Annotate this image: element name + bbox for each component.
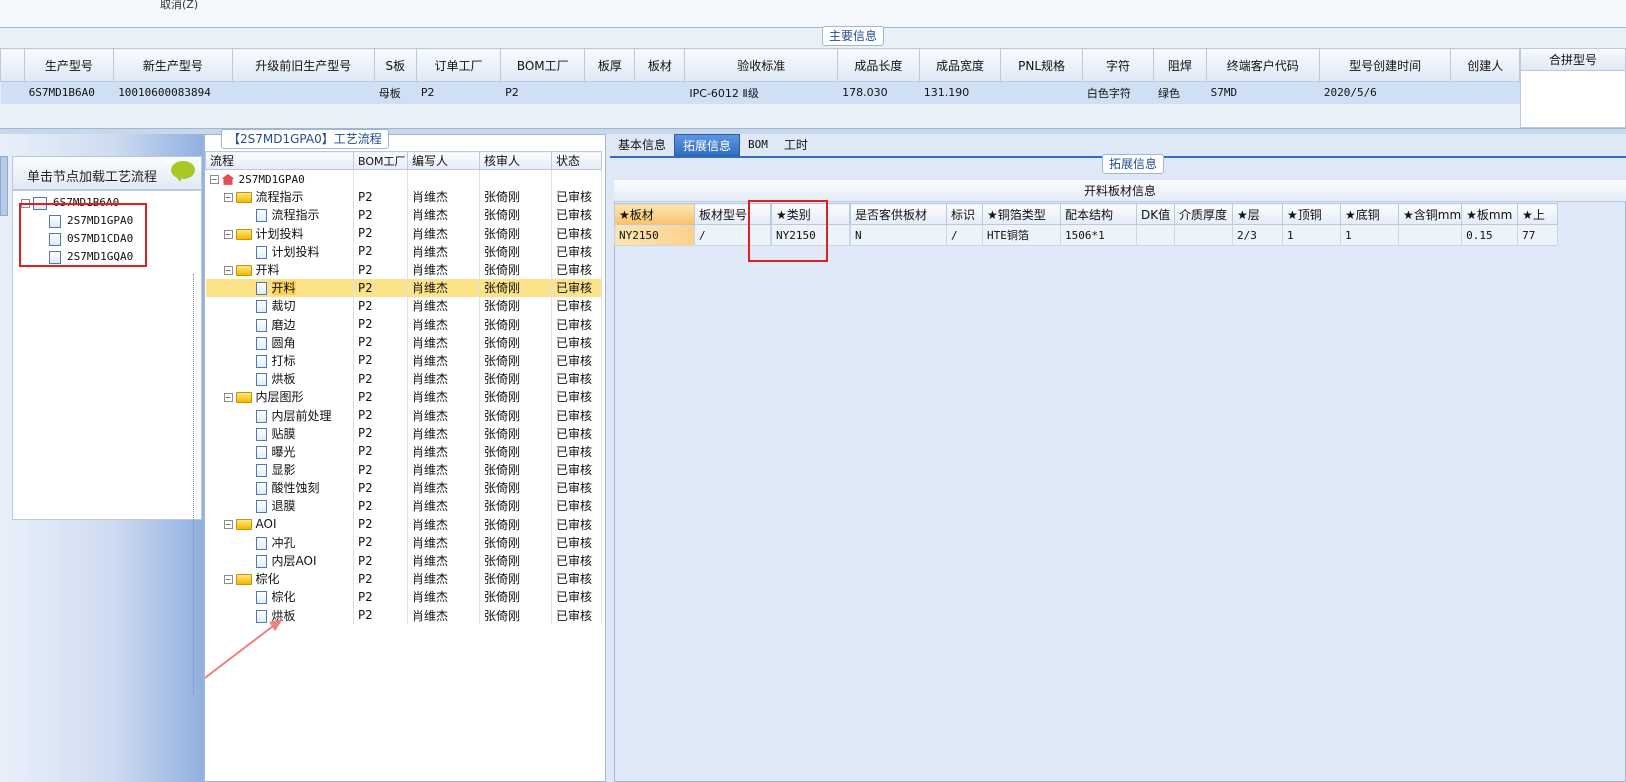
highlight-box: [19, 203, 147, 267]
load-process-header: 单击节点加载工艺流程: [12, 156, 202, 190]
top-toolbar: 取消(Z): [0, 0, 1626, 28]
col-header[interactable]: 成品宽度: [918, 48, 1002, 82]
highlight-box: [748, 200, 828, 262]
side-tab[interactable]: [0, 156, 8, 216]
merge-model-header: 合拼型号: [1521, 49, 1625, 71]
material-info-title: 开料板材信息: [614, 180, 1626, 202]
left-panel: 单击节点加载工艺流程 −6S7MD1B6A0 2S7MD1GPA0 0S7MD1…: [0, 134, 204, 782]
annotation-arrow: [205, 619, 283, 680]
table-cell[interactable]: [1450, 81, 1520, 104]
table-cell[interactable]: [1397, 224, 1463, 246]
extended-info-frame: [614, 180, 1626, 782]
model-tree: −6S7MD1B6A0 2S7MD1GPA0 0S7MD1CDA0 2S7MD1…: [12, 190, 202, 520]
load-process-label: 单击节点加载工艺流程: [27, 170, 158, 185]
col-header[interactable]: 标识: [946, 203, 983, 225]
table-cell[interactable]: [232, 81, 375, 104]
col-header[interactable]: ★含铜mm: [1397, 203, 1463, 225]
tab-work-hours[interactable]: 工时: [776, 134, 816, 156]
col-header[interactable]: 型号创建时间: [1318, 48, 1452, 82]
col-header[interactable]: DK值: [1136, 203, 1175, 225]
cancel-button[interactable]: 取消(Z): [160, 0, 198, 12]
col-header[interactable]: 生产型号: [23, 48, 115, 82]
col-header[interactable]: 板材: [634, 48, 686, 82]
tab-basic-info[interactable]: 基本信息: [610, 134, 674, 156]
table-cell[interactable]: [584, 81, 636, 104]
col-header[interactable]: 订单工厂: [415, 48, 502, 82]
process-panel: 【2S7MD1GPA0】工艺流程 流程 BOM工厂 编写人 核审人 状态 −2S…: [204, 129, 606, 782]
col-header[interactable]: 成品长度: [837, 48, 920, 82]
table-row[interactable]: 6S7MD1B6A0 10010600083894 母板 P2 P2 IPC-6012 Ⅱ…: [0, 81, 1520, 104]
detail-tabs: 基本信息 拓展信息 BOM 工时: [610, 134, 816, 156]
col-header[interactable]: 验收标准: [684, 48, 839, 82]
table-cell[interactable]: 白色字符: [1082, 81, 1155, 104]
table-cell[interactable]: [1136, 224, 1175, 246]
col-header[interactable]: ★板mm: [1461, 203, 1519, 225]
table-cell[interactable]: 绿色: [1153, 81, 1207, 104]
col-header[interactable]: ★层: [1232, 203, 1283, 225]
table-cell[interactable]: 6S7MD1B6A0: [24, 81, 115, 104]
table-cell[interactable]: [1174, 224, 1233, 246]
splitter-grip[interactable]: [193, 274, 197, 694]
col-header[interactable]: ★顶铜: [1282, 203, 1341, 225]
right-panel: 基本信息 拓展信息 BOM 工时 拓展信息 开料板材信息 ★板材 板材型号 ★类别是…: [610, 134, 1626, 782]
table-cell[interactable]: /: [946, 224, 983, 246]
table-cell[interactable]: 1: [1340, 224, 1399, 246]
table-cell[interactable]: P2: [416, 81, 502, 104]
col-header[interactable]: PNL规格: [1000, 48, 1083, 82]
col-header[interactable]: 配本结构: [1060, 203, 1137, 225]
col-header[interactable]: 新生产型号: [113, 48, 233, 82]
table-cell[interactable]: [634, 81, 686, 104]
main-info-title: 主要信息: [822, 26, 885, 46]
col-header[interactable]: 阻焊: [1153, 48, 1207, 82]
col-header[interactable]: BOM工厂: [500, 48, 586, 82]
col-header[interactable]: 字符: [1081, 48, 1155, 82]
col-header[interactable]: 升级前旧生产型号: [231, 48, 375, 82]
main-info-group: 主要信息 生产型号 新生产型号 升级前旧生产型号 S板 订单工厂 BOM工厂 板厚 板材 验收标…: [0, 26, 1626, 128]
col-header[interactable]: ★上: [1517, 203, 1559, 225]
table-cell[interactable]: 1: [1282, 224, 1341, 246]
row-header-corner: [0, 48, 25, 82]
table-cell[interactable]: 10010600083894: [113, 81, 233, 104]
col-header[interactable]: 是否客供板材: [850, 203, 947, 225]
table-cell[interactable]: 0.15: [1461, 224, 1519, 246]
table-cell[interactable]: [1000, 81, 1083, 104]
col-header[interactable]: S板: [373, 48, 417, 82]
table-cell[interactable]: 77: [1517, 224, 1559, 246]
table-cell[interactable]: NY2150: [614, 224, 695, 246]
main-info-grid: 生产型号 新生产型号 升级前旧生产型号 S板 订单工厂 BOM工厂 板厚 板材 验收标准 成品长度…: [0, 48, 1520, 104]
table-cell[interactable]: 2020/5/6: [1319, 81, 1452, 104]
col-header[interactable]: ★铜箔类型: [982, 203, 1061, 225]
table-cell[interactable]: IPC-6012 Ⅱ级: [684, 81, 839, 104]
col-header[interactable]: 介质厚度: [1174, 203, 1233, 225]
extended-info-title: 拓展信息: [1102, 154, 1165, 174]
col-header[interactable]: 终端客户代码: [1205, 48, 1320, 82]
col-header[interactable]: 板厚: [584, 48, 636, 82]
col-header[interactable]: ★底铜: [1340, 203, 1399, 225]
table-cell[interactable]: HTE铜箔: [982, 224, 1061, 246]
table-cell[interactable]: S7MD: [1206, 81, 1320, 104]
tab-bom[interactable]: BOM: [740, 134, 776, 156]
speech-bubble-icon: [171, 161, 195, 182]
table-cell[interactable]: N: [850, 224, 947, 246]
table-cell[interactable]: 178.030: [837, 81, 920, 104]
table-cell[interactable]: 2/3: [1232, 224, 1283, 246]
table-cell[interactable]: 母板: [374, 81, 417, 104]
col-header[interactable]: ★板材: [614, 203, 695, 225]
table-cell[interactable]: 1506*1: [1060, 224, 1137, 246]
merge-model-panel: 合拼型号: [1520, 48, 1626, 128]
table-cell[interactable]: P2: [500, 81, 586, 104]
table-cell[interactable]: 131.190: [919, 81, 1002, 104]
tab-extended-info[interactable]: 拓展信息: [674, 134, 741, 156]
col-header[interactable]: 创建人: [1450, 48, 1520, 82]
